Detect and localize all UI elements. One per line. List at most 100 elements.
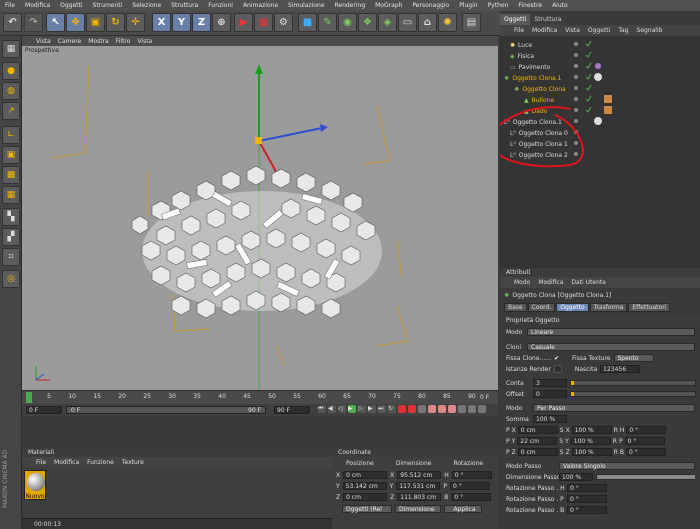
autokey-icon[interactable]: [408, 405, 416, 413]
menu-file[interactable]: File: [5, 2, 15, 9]
end-frame-field[interactable]: 90 F: [274, 406, 310, 414]
s-z-field[interactable]: 100 %: [571, 448, 612, 456]
spline-pen-icon[interactable]: ✎: [318, 13, 337, 32]
rotation-key-icon[interactable]: [448, 405, 456, 413]
menu-plugin[interactable]: Plugin: [459, 2, 477, 9]
tab-base[interactable]: Base: [504, 303, 527, 312]
fissa-clone-checkbox[interactable]: ✔: [554, 355, 559, 362]
menu-modifica[interactable]: Modifica: [25, 2, 50, 9]
move-icon[interactable]: ✥: [66, 13, 85, 32]
menu-oggetti[interactable]: Oggetti: [60, 2, 82, 9]
transform-icon[interactable]: ✛: [126, 13, 145, 32]
coord-pos-x[interactable]: 0 cm: [343, 471, 388, 479]
coord-mode-dropdown[interactable]: Oggetti (Rel: [342, 505, 392, 513]
p-x-field[interactable]: 0 cm: [517, 426, 558, 434]
coordinate-system-icon[interactable]: ⊕: [212, 13, 231, 32]
modo-passo-dropdown[interactable]: Valore Singolo: [559, 462, 695, 470]
play-icon[interactable]: ▶: [348, 405, 356, 413]
tab-struttura[interactable]: Struttura: [530, 14, 566, 25]
menu-mograph[interactable]: MoGraph: [375, 2, 402, 9]
uv-mode-icon[interactable]: ▦: [2, 186, 20, 204]
attr-menu-dati-utente[interactable]: Dati Utente: [571, 279, 606, 286]
points-mode-icon[interactable]: ∟: [2, 126, 20, 144]
viewport-menu-vista[interactable]: Vista: [36, 38, 51, 45]
coord-pos-z[interactable]: 0 cm: [343, 493, 388, 501]
go-end-icon[interactable]: ⏭: [378, 405, 386, 413]
array-icon[interactable]: ❖: [358, 13, 377, 32]
coord-dim-z[interactable]: 111.803 cm: [397, 493, 442, 501]
viewport-menu-mostra[interactable]: Mostra: [88, 38, 108, 45]
workplane-icon[interactable]: ⌗: [2, 248, 20, 266]
menu-struttura[interactable]: Struttura: [171, 2, 198, 9]
go-start-icon[interactable]: ⏮: [318, 405, 326, 413]
offset-slider[interactable]: [570, 391, 696, 397]
mat-menu-file[interactable]: File: [36, 459, 46, 466]
frame-range-slider[interactable]: 0 F 90 F: [66, 406, 266, 414]
menu-funzioni[interactable]: Funzioni: [208, 2, 233, 9]
viewport-menu-filtro[interactable]: Filtro: [116, 38, 131, 45]
start-frame-field[interactable]: 0 F: [26, 406, 62, 414]
coord-rot-p[interactable]: 0 °: [449, 482, 490, 490]
record-icon[interactable]: [398, 405, 406, 413]
apply-button[interactable]: Applica: [444, 505, 482, 513]
p-y-field[interactable]: 22 cm: [517, 437, 558, 445]
menu-animazione[interactable]: Animazione: [243, 2, 278, 9]
offset-field[interactable]: 0: [533, 390, 567, 398]
checker-icon[interactable]: ▚: [2, 208, 20, 226]
viewport-3d[interactable]: Prospettiva: [22, 46, 498, 390]
material-swatch[interactable]: Nuovo: [24, 470, 46, 500]
axis-y-button[interactable]: Y: [172, 13, 191, 32]
timeline-menu-icon[interactable]: [478, 405, 486, 413]
position-key-icon[interactable]: [428, 405, 436, 413]
coord-rot-h[interactable]: 0 °: [451, 471, 492, 479]
cloni-dropdown[interactable]: Casuale: [527, 343, 695, 351]
texture-mode-icon[interactable]: ◍: [2, 82, 20, 100]
loop-icon[interactable]: ↻: [388, 405, 396, 413]
fissa-texture-dropdown[interactable]: Spento: [613, 354, 654, 362]
coord-rot-b[interactable]: 0 °: [451, 493, 492, 501]
pla-key-icon[interactable]: [468, 405, 476, 413]
select-arrow-icon[interactable]: ↖: [46, 13, 65, 32]
model-mode-icon[interactable]: ●: [2, 62, 20, 80]
scale-icon[interactable]: ▣: [86, 13, 105, 32]
render-view-icon[interactable]: ▶: [234, 13, 253, 32]
tab-coord[interactable]: Coord.: [527, 303, 556, 312]
nurbs-icon[interactable]: ◉: [338, 13, 357, 32]
cube-icon[interactable]: ■: [298, 13, 317, 32]
menu-strumenti[interactable]: Strumenti: [93, 2, 123, 9]
menu-aiuto[interactable]: Aiuto: [552, 2, 568, 9]
axis-mode-icon[interactable]: ↗: [2, 102, 20, 120]
prev-key-icon[interactable]: ◀: [328, 405, 336, 413]
menu-selezione[interactable]: Selezione: [132, 2, 161, 9]
scene-floor-icon[interactable]: ▭: [398, 13, 417, 32]
playhead[interactable]: [26, 392, 32, 403]
tab-oggetto[interactable]: Oggetto: [556, 303, 589, 312]
tab-effettuatori[interactable]: Effettuatori: [628, 303, 671, 312]
attr-menu-modifica[interactable]: Modifica: [538, 279, 563, 286]
menu-personaggio[interactable]: Personaggio: [412, 2, 449, 9]
menu-finestre[interactable]: Finestre: [518, 2, 542, 9]
light-icon[interactable]: ✺: [438, 13, 457, 32]
attr-menu-modo[interactable]: Modo: [514, 279, 530, 286]
nascita-field[interactable]: 123456: [600, 365, 641, 373]
rot-passo-p-field[interactable]: 0 °: [567, 495, 607, 503]
axis-z-button[interactable]: Z: [192, 13, 211, 32]
modo-dropdown[interactable]: Lineare: [527, 328, 695, 336]
polygons-mode-icon[interactable]: ▩: [2, 166, 20, 184]
r-p-field[interactable]: 0 °: [624, 437, 665, 445]
axis-x-button[interactable]: X: [152, 13, 171, 32]
keyframe-selection-icon[interactable]: [418, 405, 426, 413]
scale-key-icon[interactable]: [438, 405, 446, 413]
coord-pos-y[interactable]: 53.142 cm: [342, 482, 387, 490]
per-passo-dropdown[interactable]: Per Passo: [533, 404, 695, 412]
redo-icon[interactable]: ↷: [24, 13, 43, 32]
coord-size-mode-dropdown[interactable]: Dimensione: [395, 505, 441, 513]
camera-icon[interactable]: ⌂: [418, 13, 437, 32]
coord-dim-y[interactable]: 117.531 cm: [396, 482, 441, 490]
next-key-icon[interactable]: ▶: [368, 405, 376, 413]
rot-passo-b-field[interactable]: 0 °: [567, 506, 607, 514]
dim-passo-field[interactable]: 100 %: [559, 473, 593, 481]
s-y-field[interactable]: 100 %: [570, 437, 611, 445]
coord-dim-x[interactable]: 95.512 cm: [397, 471, 442, 479]
conta-slider[interactable]: [570, 380, 696, 386]
